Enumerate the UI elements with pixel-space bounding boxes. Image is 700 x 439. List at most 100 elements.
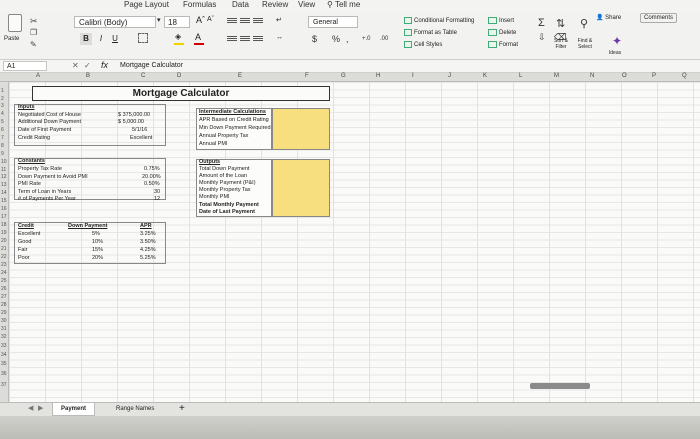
tab-range-names[interactable]: Range Names xyxy=(108,403,162,416)
outputs-results[interactable] xyxy=(272,159,330,217)
credit-rating[interactable]: Poor xyxy=(18,255,30,261)
row-header[interactable]: 4 xyxy=(1,111,4,117)
row-header[interactable]: 20 xyxy=(1,238,7,244)
insert-button[interactable]: Insert xyxy=(488,17,514,24)
share-button[interactable]: 👤 Share xyxy=(596,14,621,21)
menu-review[interactable]: Review xyxy=(262,0,288,9)
cell-styles-button[interactable]: Cell Styles xyxy=(404,41,442,48)
borders-icon[interactable] xyxy=(138,33,148,43)
column-header[interactable]: H xyxy=(376,73,380,79)
bold-button[interactable]: B xyxy=(80,33,92,45)
format-painter-icon[interactable]: ✎ xyxy=(30,40,37,49)
percent-button[interactable]: % xyxy=(332,34,340,44)
row-header[interactable]: 24 xyxy=(1,270,7,276)
row-header[interactable]: 8 xyxy=(1,143,4,149)
column-header[interactable]: E xyxy=(238,73,242,79)
ideas-icon[interactable]: ✦ xyxy=(612,34,622,48)
constant-label[interactable]: PMI Rate xyxy=(18,181,41,187)
row-header[interactable]: 34 xyxy=(1,352,7,358)
column-header[interactable]: P xyxy=(652,73,656,79)
row-header[interactable]: 35 xyxy=(1,361,7,367)
name-box[interactable]: A1 xyxy=(3,61,47,71)
row-header[interactable]: 16 xyxy=(1,206,7,212)
row-header[interactable]: 17 xyxy=(1,214,7,220)
column-header[interactable]: F xyxy=(305,73,309,79)
row-header[interactable]: 5 xyxy=(1,119,4,125)
add-sheet-button[interactable]: + xyxy=(179,403,185,414)
down-payment-pct[interactable]: 20% xyxy=(92,255,103,261)
decrease-decimal-icon[interactable]: .00 xyxy=(380,36,388,42)
row-header[interactable]: 19 xyxy=(1,230,7,236)
apr-value[interactable]: 4.25% xyxy=(140,247,156,253)
menu-data[interactable]: Data xyxy=(232,0,249,9)
intermediate-label[interactable]: Min Down Payment Required xyxy=(199,125,271,131)
row-header[interactable]: 29 xyxy=(1,310,7,316)
number-format-box[interactable]: General xyxy=(308,16,358,28)
output-label[interactable]: Amount of the Loan xyxy=(199,173,247,179)
tab-prev-icon[interactable]: ◀ xyxy=(28,404,33,412)
constants-header[interactable]: Constants xyxy=(18,158,45,164)
credit-rating[interactable]: Excellent xyxy=(18,231,40,237)
row-header[interactable]: 9 xyxy=(1,151,4,157)
intermediate-header[interactable]: Intermediate Calculations xyxy=(199,109,266,115)
column-header[interactable]: O xyxy=(622,73,627,79)
column-header[interactable]: A xyxy=(36,73,40,79)
format-as-table-button[interactable]: Format as Table xyxy=(404,29,457,36)
credit-rating[interactable]: Fair xyxy=(18,247,27,253)
column-header[interactable]: N xyxy=(590,73,594,79)
menu-page-layout[interactable]: Page Layout xyxy=(124,0,169,9)
output-label[interactable]: Date of Last Payment xyxy=(199,209,255,215)
scissors-icon[interactable]: ✂ xyxy=(30,16,42,26)
column-header[interactable]: L xyxy=(519,73,522,79)
constant-label[interactable]: # of Payments Per Year xyxy=(18,196,76,202)
sheet-title[interactable]: Mortgage Calculator xyxy=(32,86,330,101)
input-label[interactable]: Date of First Payment xyxy=(18,127,71,133)
output-label[interactable]: Monthly Property Tax xyxy=(199,187,251,193)
paste-button[interactable]: Paste xyxy=(4,14,26,48)
row-header[interactable]: 25 xyxy=(1,278,7,284)
function-icon[interactable]: fx xyxy=(101,60,108,70)
find-select-icon[interactable]: ⚲ xyxy=(580,17,588,30)
align-top-icon[interactable] xyxy=(227,17,237,26)
apr-value[interactable]: 5.25% xyxy=(140,255,156,261)
row-header[interactable]: 37 xyxy=(1,382,7,388)
down-payment-pct[interactable]: 15% xyxy=(92,247,103,253)
align-right-icon[interactable] xyxy=(253,35,263,44)
copy-icon[interactable]: ❐ xyxy=(30,28,37,37)
down-payment-pct[interactable]: 10% xyxy=(92,239,103,245)
row-header[interactable]: 21 xyxy=(1,246,7,252)
decrease-font-icon[interactable]: Aˇ xyxy=(207,16,214,23)
input-label[interactable]: Credit Rating xyxy=(18,135,50,141)
row-header[interactable]: 32 xyxy=(1,334,7,340)
fill-down-icon[interactable]: ⇩ xyxy=(538,32,546,43)
output-label[interactable]: Total Down Payment xyxy=(199,166,249,172)
font-name-box[interactable]: Calibri (Body) xyxy=(74,16,156,28)
column-header[interactable]: D xyxy=(177,73,181,79)
row-header[interactable]: 11 xyxy=(1,167,6,173)
apr-header[interactable]: APR xyxy=(140,223,152,229)
column-header[interactable]: M xyxy=(554,73,559,79)
italic-button[interactable]: I xyxy=(95,33,107,45)
constant-label[interactable]: Term of Loan in Years xyxy=(18,189,71,195)
input-value[interactable]: Excellent xyxy=(130,135,152,141)
input-value[interactable]: 5/1/16 xyxy=(132,127,147,133)
increase-decimal-icon[interactable]: +.0 xyxy=(362,36,371,42)
down-payment-pct[interactable]: 5% xyxy=(92,231,100,237)
menu-view[interactable]: View xyxy=(298,0,315,9)
currency-button[interactable]: $ xyxy=(312,34,317,44)
output-label[interactable]: Total Monthly Payment xyxy=(199,202,259,208)
constant-value[interactable]: 30 xyxy=(154,189,160,195)
column-header[interactable]: J xyxy=(448,73,451,79)
input-value[interactable]: $ 5,000.00 xyxy=(118,119,144,125)
column-header[interactable]: G xyxy=(341,73,346,79)
input-label[interactable]: Additional Down Payment xyxy=(18,119,81,125)
column-header[interactable]: C xyxy=(141,73,145,79)
formula-input[interactable]: Mortgage Calculator xyxy=(120,62,183,69)
delete-button[interactable]: Delete xyxy=(488,29,516,36)
increase-font-icon[interactable]: Aˆ xyxy=(196,15,205,25)
credit-rating[interactable]: Good xyxy=(18,239,31,245)
row-header[interactable]: 2 xyxy=(1,96,4,102)
row-header[interactable]: 36 xyxy=(1,371,7,377)
tab-payment[interactable]: Payment xyxy=(52,403,96,416)
column-header[interactable]: I xyxy=(412,73,414,79)
